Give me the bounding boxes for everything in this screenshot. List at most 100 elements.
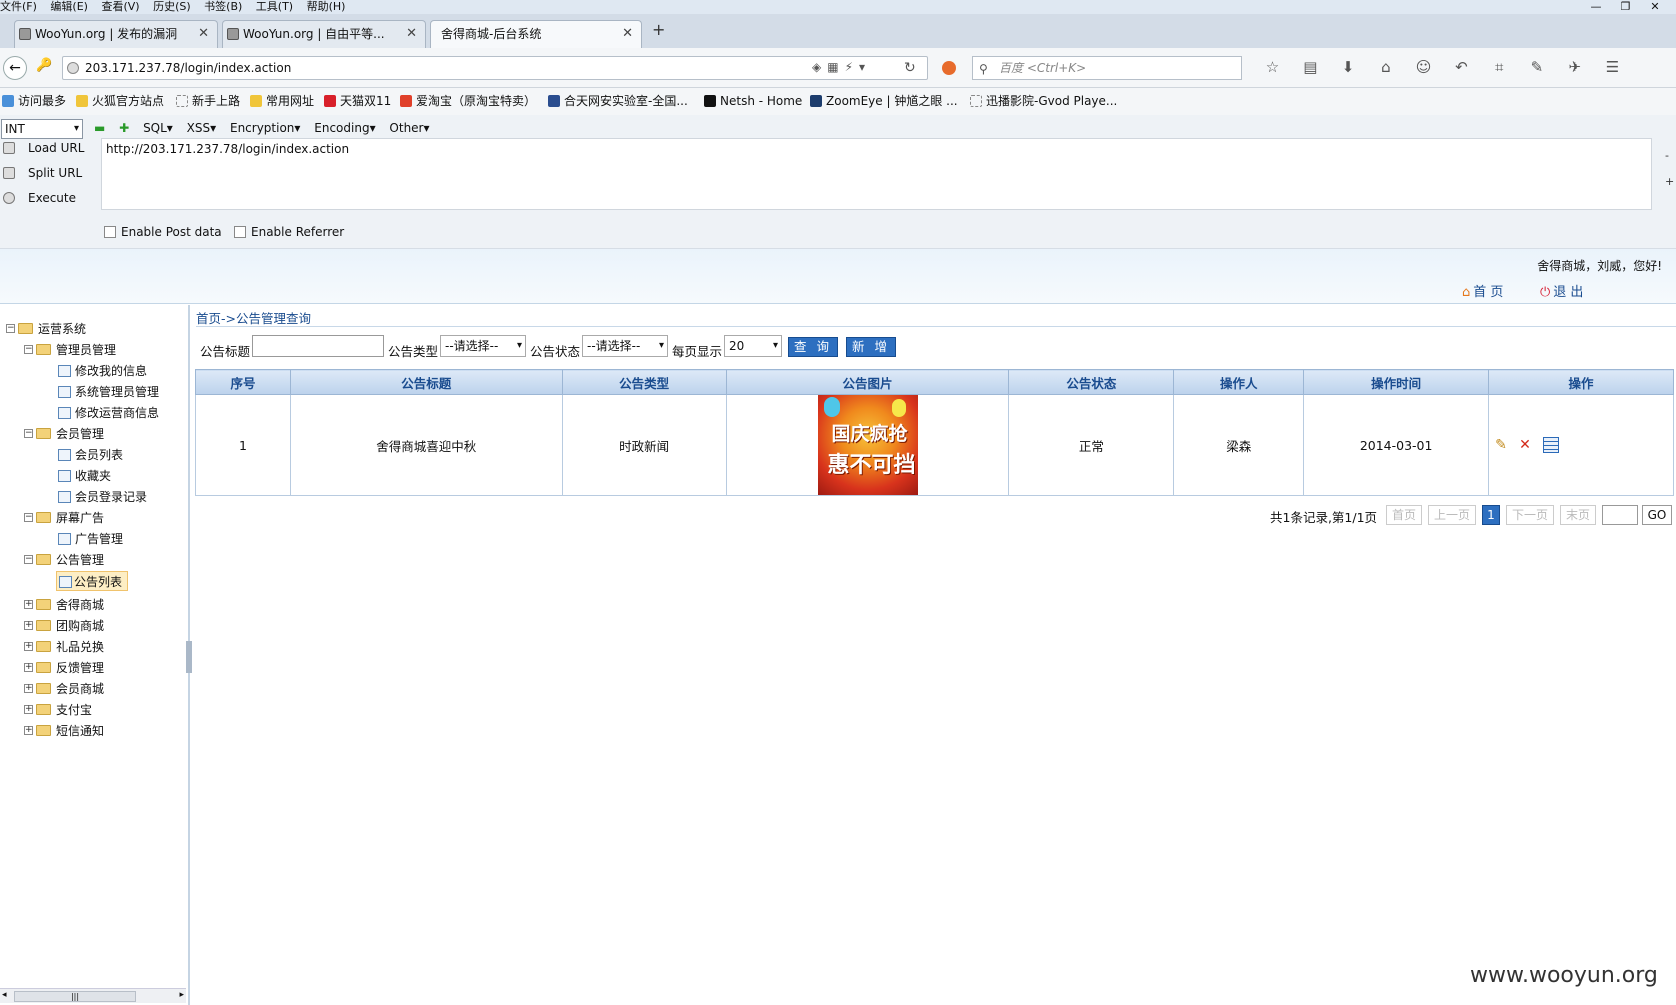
collapse-icon[interactable]: − — [24, 345, 33, 354]
type-filter-select[interactable]: --请选择-- — [440, 335, 526, 357]
expand-icon[interactable]: + — [24, 726, 33, 735]
hackbar-menu-encryption[interactable]: Encryption▾ — [230, 121, 300, 135]
restore-icon[interactable]: ❐ — [1613, 0, 1639, 13]
hackbar-type-select[interactable]: INT — [1, 119, 83, 139]
split-url-button[interactable]: Split URL — [0, 162, 96, 184]
tab-wooyun-bugs[interactable]: WooYun.org | 发布的漏洞 ✕ — [14, 20, 218, 48]
bookmark-item[interactable]: 迅播影院-Gvod Playe... — [970, 88, 1117, 115]
add-button[interactable]: 新 增 — [846, 337, 896, 357]
hackbar-menu-sql[interactable]: SQL▾ — [143, 121, 173, 135]
expand-icon[interactable]: + — [24, 663, 33, 672]
search-input[interactable]: ⚲ 百度 <Ctrl+K> — [972, 56, 1242, 80]
plus-icon[interactable]: ✚ — [119, 121, 129, 135]
bookmark-item[interactable]: 常用网址 — [250, 88, 314, 115]
hackbar-url-textarea[interactable]: http://203.171.237.78/login/index.action — [101, 138, 1652, 210]
expand-icon[interactable]: + — [24, 684, 33, 693]
shrink-button[interactable]: - — [1665, 143, 1674, 169]
pager-go-button[interactable]: GO — [1642, 505, 1672, 525]
expand-button[interactable]: + — [1665, 169, 1674, 195]
tree-label: 短信通知 — [56, 724, 105, 738]
collapse-icon[interactable]: − — [6, 324, 15, 333]
minimize-icon[interactable]: — — [1583, 0, 1609, 13]
bookmark-item[interactable]: 爱淘宝（原淘宝特卖） — [400, 88, 536, 115]
reading-list-icon[interactable]: ▤ — [1294, 58, 1327, 76]
expand-icon[interactable]: + — [24, 621, 33, 630]
collapse-icon[interactable]: − — [24, 513, 33, 522]
bookmark-item[interactable]: Netsh - Home — [704, 88, 802, 115]
menu-history[interactable]: 历史(S) — [153, 0, 191, 13]
expand-icon[interactable]: + — [24, 642, 33, 651]
query-button[interactable]: 查 询 — [788, 337, 838, 357]
load-url-button[interactable]: Load URL — [0, 137, 96, 159]
per-page-select[interactable]: 20 — [724, 335, 782, 357]
menu-help[interactable]: 帮助(H) — [307, 0, 346, 13]
bookmark-item[interactable]: 合天网安实验室-全国... — [548, 88, 688, 115]
addon-icon[interactable]: ✈ — [1558, 58, 1591, 76]
collapse-icon[interactable]: − — [24, 555, 33, 564]
expand-icon[interactable]: + — [24, 600, 33, 609]
collapse-icon[interactable]: − — [24, 429, 33, 438]
edit-icon[interactable]: ✎ — [1495, 437, 1511, 453]
home-link[interactable]: ⌂ 首 页 — [1462, 281, 1503, 300]
status-filter-select[interactable]: --请选择-- — [582, 335, 668, 357]
pager-current[interactable]: 1 — [1482, 505, 1500, 525]
close-tab-icon[interactable]: ✕ — [406, 21, 417, 47]
hackbar-menu-encoding[interactable]: Encoding▾ — [314, 121, 375, 135]
menu-file[interactable]: 文件(F) — [0, 0, 37, 13]
tab-admin[interactable]: 舍得商城-后台系统 ✕ — [430, 20, 642, 48]
bookmark-star-icon[interactable]: ☆ — [1256, 58, 1289, 76]
download-icon[interactable]: ⬇ — [1332, 58, 1365, 76]
menu-view[interactable]: 查看(V) — [101, 0, 139, 13]
menu-edit[interactable]: 编辑(E) — [50, 0, 88, 13]
pager-next[interactable]: 下一页 — [1506, 505, 1554, 525]
undo-icon[interactable]: ↶ — [1445, 58, 1478, 76]
bookmark-item[interactable]: 访问最多 — [2, 88, 66, 115]
pager-last[interactable]: 末页 — [1560, 505, 1596, 525]
hackbar-menu-xss[interactable]: XSS▾ — [187, 121, 216, 135]
pager-prev[interactable]: 上一页 — [1428, 505, 1476, 525]
reload-icon[interactable]: ↻ — [904, 60, 916, 76]
pager-summary: 共1条记录,第1/1页 — [1270, 510, 1378, 525]
minus-icon[interactable]: ▬ — [94, 121, 105, 135]
address-bar[interactable]: 203.171.237.78/login/index.action — [62, 56, 928, 80]
new-tab-button[interactable]: + — [652, 20, 665, 39]
expand-icon[interactable]: + — [24, 705, 33, 714]
enable-post-checkbox[interactable]: Enable Post data — [104, 225, 222, 239]
scroll-right-icon[interactable]: ▸ — [179, 990, 184, 1000]
close-tab-icon[interactable]: ✕ — [198, 21, 209, 47]
scroll-left-icon[interactable]: ◂ — [2, 990, 7, 1000]
bookmark-item[interactable]: 火狐官方站点 — [76, 88, 164, 115]
title-filter-input[interactable] — [252, 335, 384, 357]
sidebar-splitter[interactable] — [186, 641, 192, 673]
close-window-icon[interactable]: ✕ — [1642, 0, 1668, 13]
logout-link[interactable]: ⏻ 退 出 — [1540, 281, 1583, 300]
bookmark-item[interactable]: 新手上路 — [176, 88, 240, 115]
scrollbar-thumb[interactable]: ||| — [14, 991, 136, 1002]
horizontal-scrollbar[interactable]: ◂ ||| ▸ — [0, 988, 186, 1003]
addon-ball-icon[interactable] — [942, 61, 956, 75]
close-tab-icon[interactable]: ✕ — [622, 21, 633, 47]
bookmark-item[interactable]: 天猫双11 — [324, 88, 391, 115]
hamburger-menu-icon[interactable]: ☰ — [1596, 58, 1629, 76]
tree-item-selected[interactable]: 公告列表 — [56, 571, 128, 591]
pager-first[interactable]: 首页 — [1386, 505, 1422, 525]
pager-jump-input[interactable] — [1602, 505, 1638, 525]
menu-tools[interactable]: 工具(T) — [256, 0, 293, 13]
back-button[interactable]: ← — [3, 56, 27, 80]
tab-wooyun-free[interactable]: WooYun.org | 自由平等... ✕ — [222, 20, 426, 48]
crop-icon[interactable]: ⌗ — [1483, 58, 1516, 76]
chat-icon[interactable]: ☺ — [1407, 58, 1440, 76]
key-icon[interactable]: 🔑 — [36, 58, 52, 73]
execute-button[interactable]: Execute — [0, 187, 96, 209]
cell-title: 舍得商城喜迎中秋 — [289, 394, 563, 496]
table-header-row: 序号 公告标题 公告类型 公告图片 公告状态 操作人 操作时间 操作 — [195, 369, 1674, 395]
comment-icon[interactable]: ✎ — [1520, 58, 1553, 76]
enable-referrer-checkbox[interactable]: Enable Referrer — [234, 225, 344, 239]
address-bar-addon-icons[interactable]: ◈▦⚡▾ — [812, 60, 871, 74]
hackbar-menu-other[interactable]: Other▾ — [389, 121, 429, 135]
detail-icon[interactable] — [1543, 437, 1560, 454]
home-icon[interactable]: ⌂ — [1369, 58, 1402, 76]
bookmark-item[interactable]: ZoomEye | 钟馗之眼 ... — [810, 88, 958, 115]
menu-bookmarks[interactable]: 书签(B) — [204, 0, 242, 13]
delete-icon[interactable]: ✕ — [1519, 437, 1535, 453]
